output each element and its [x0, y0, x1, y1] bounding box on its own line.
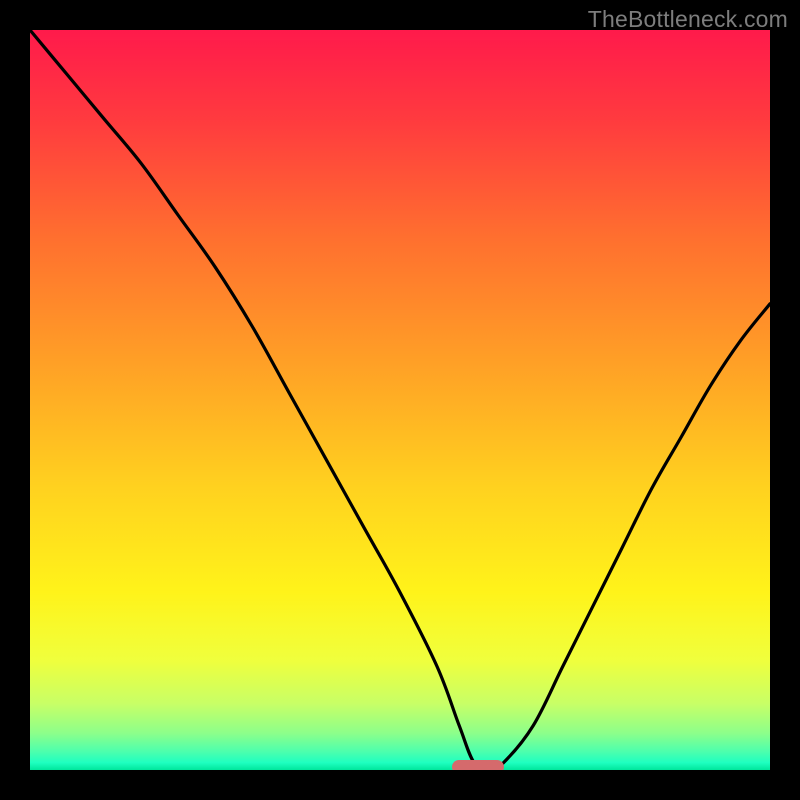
- chart-frame: TheBottleneck.com: [0, 0, 800, 800]
- plot-area: [30, 30, 770, 770]
- watermark-text: TheBottleneck.com: [588, 6, 788, 33]
- optimal-range-marker: [452, 760, 504, 770]
- bottleneck-curve: [30, 30, 770, 770]
